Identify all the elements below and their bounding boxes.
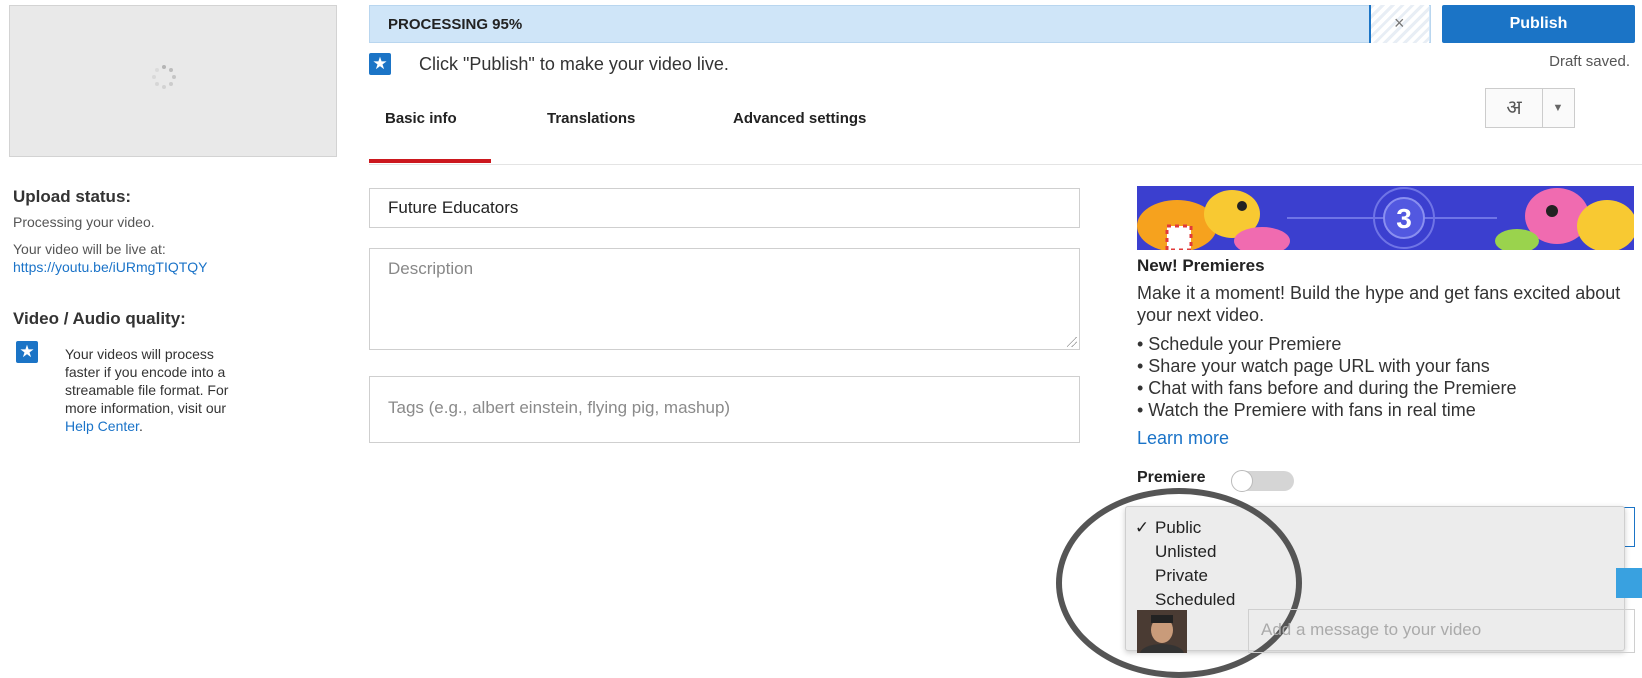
language-selector[interactable]: अ ▼ xyxy=(1485,88,1575,128)
quality-line: Your videos will process xyxy=(65,346,214,362)
premieres-illustration: 3 xyxy=(1137,186,1634,250)
quality-line: streamable file format. For xyxy=(65,382,229,398)
tab-translations[interactable]: Translations xyxy=(547,110,635,127)
tags-input[interactable]: Tags (e.g., albert einstein, flying pig,… xyxy=(369,376,1080,443)
toggle-knob xyxy=(1231,470,1253,492)
quality-heading: Video / Audio quality: xyxy=(13,309,186,328)
resize-handle-icon[interactable] xyxy=(1067,337,1077,347)
tags-placeholder: Tags (e.g., albert einstein, flying pig,… xyxy=(388,398,731,417)
premieres-banner: 3 xyxy=(1137,186,1634,250)
quality-line: more information, visit our xyxy=(65,400,227,416)
premieres-title: New! Premieres xyxy=(1137,256,1265,275)
quality-info-text: Your videos will process faster if you e… xyxy=(65,345,228,435)
avatar-image xyxy=(1137,610,1187,653)
close-icon: × xyxy=(1394,13,1405,33)
active-tab-indicator xyxy=(369,159,491,163)
title-value: Future Educators xyxy=(388,198,519,217)
share-message-input[interactable]: Add a message to your video xyxy=(1248,609,1635,653)
video-url-link[interactable]: https://youtu.be/iURmgTIQTQY xyxy=(13,259,208,275)
publish-button[interactable]: Publish xyxy=(1442,5,1635,43)
premieres-description: Make it a moment! Build the hype and get… xyxy=(1137,283,1621,325)
draft-status: Draft saved. xyxy=(1549,53,1630,70)
description-placeholder: Description xyxy=(388,259,474,278)
upload-status-text: Processing your video. xyxy=(13,214,155,230)
help-center-link[interactable]: Help Center xyxy=(65,418,139,434)
side-button[interactable] xyxy=(1616,568,1642,598)
learn-more-link[interactable]: Learn more xyxy=(1137,428,1229,449)
banner-countdown: 3 xyxy=(1396,203,1412,234)
premieres-bullet: • Share your watch page URL with your fa… xyxy=(1137,356,1490,376)
tab-advanced-settings[interactable]: Advanced settings xyxy=(733,110,866,127)
premiere-toggle[interactable] xyxy=(1231,470,1294,492)
progress-label: PROCESSING 95% xyxy=(388,16,523,33)
tabs-divider xyxy=(369,164,1642,165)
chevron-down-icon: ▼ xyxy=(1552,102,1564,114)
processing-progress-bar: PROCESSING 95% xyxy=(369,5,1431,43)
loading-spinner-icon xyxy=(152,65,176,89)
language-icon: अ xyxy=(1486,89,1543,127)
period: . xyxy=(138,418,143,434)
cancel-upload-button[interactable]: × xyxy=(1369,5,1429,43)
tab-basic-info[interactable]: Basic info xyxy=(385,110,457,127)
quality-line: faster if you encode into a xyxy=(65,364,226,380)
premieres-bullet: • Watch the Premiere with fans in real t… xyxy=(1137,400,1476,420)
avatar xyxy=(1137,610,1187,653)
publish-hint-text: Click "Publish" to make your video live. xyxy=(419,54,729,74)
live-at-text: Your video will be live at: xyxy=(13,241,166,257)
premieres-bullet: • Schedule your Premiere xyxy=(1137,334,1342,354)
upload-status-heading: Upload status: xyxy=(13,187,132,206)
message-placeholder: Add a message to your video xyxy=(1261,620,1482,639)
title-input[interactable]: Future Educators xyxy=(369,188,1080,228)
star-icon: ★ xyxy=(369,53,391,75)
description-textarea[interactable]: Description xyxy=(369,248,1080,350)
star-icon: ★ xyxy=(16,341,38,363)
premieres-bullet: • Chat with fans before and during the P… xyxy=(1137,378,1517,398)
premiere-toggle-label: Premiere xyxy=(1137,469,1206,486)
